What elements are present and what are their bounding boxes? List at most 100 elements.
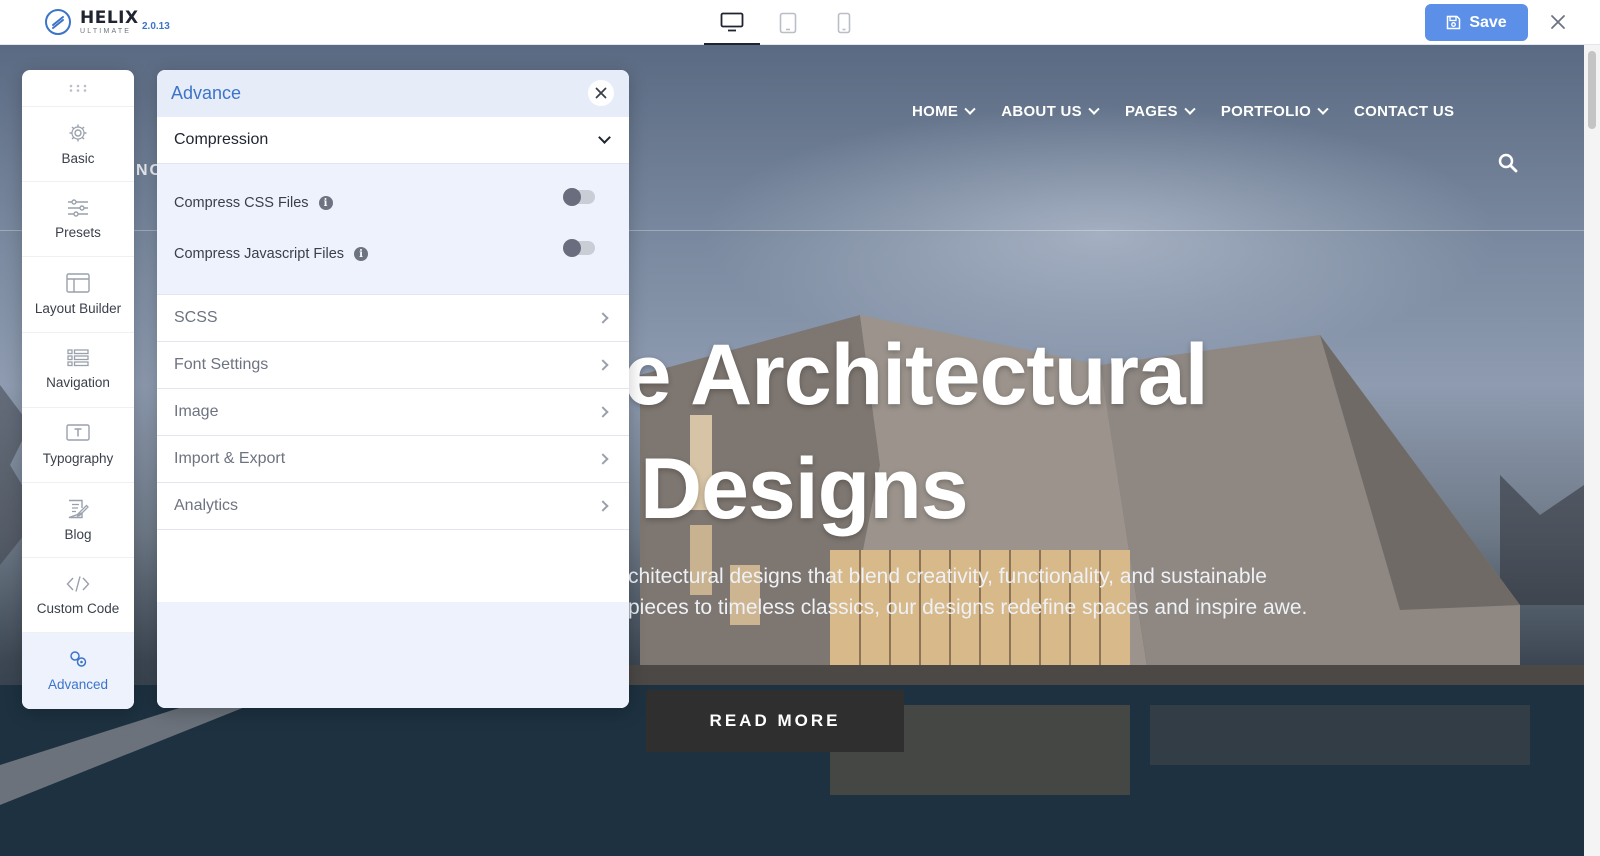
chevron-right-icon bbox=[597, 312, 609, 324]
section-font-settings[interactable]: Font Settings bbox=[157, 342, 629, 389]
chevron-right-icon bbox=[597, 453, 609, 465]
tablet-icon bbox=[779, 12, 797, 33]
section-title: Compression bbox=[174, 131, 269, 148]
section-title: Font Settings bbox=[174, 356, 269, 373]
advance-settings-panel: Advance Compression Compress CSS Files i… bbox=[157, 70, 629, 708]
settings-sidebar: Basic Presets Layout Builder Navigation bbox=[22, 70, 134, 709]
nav-home[interactable]: HOME bbox=[912, 103, 976, 120]
panel-header: Advance bbox=[157, 70, 629, 117]
scrollbar-thumb[interactable] bbox=[1588, 51, 1596, 129]
panel-title: Advance bbox=[171, 83, 242, 103]
section-title: Image bbox=[174, 403, 219, 420]
nav-contact-label: CONTACT US bbox=[1354, 103, 1455, 120]
sidebar-item-label: Navigation bbox=[46, 375, 110, 391]
sidebar-item-advanced[interactable]: Advanced bbox=[22, 633, 134, 709]
hero-title-line-2: Designs bbox=[640, 441, 969, 537]
nav-about-us[interactable]: ABOUT US bbox=[1001, 103, 1100, 120]
hero-title-line-1: te Architectural bbox=[596, 327, 1209, 423]
info-icon[interactable]: i bbox=[354, 247, 369, 261]
site-main-nav: HOME ABOUT US PAGES PORTFOLIO CONTACT US bbox=[912, 103, 1454, 120]
nav-portfolio[interactable]: PORTFOLIO bbox=[1220, 103, 1329, 120]
save-icon bbox=[1447, 15, 1461, 30]
chevron-down-icon bbox=[598, 131, 611, 144]
sidebar-item-label: Custom Code bbox=[36, 600, 120, 616]
top-toolbar: HELIX ULTIMATE 2.0.13 Save bbox=[0, 0, 1600, 45]
chevron-right-icon bbox=[597, 406, 609, 418]
sliders-icon bbox=[68, 199, 88, 217]
option-compress-css: Compress CSS Files i bbox=[174, 195, 333, 211]
list-icon bbox=[67, 349, 89, 367]
sidebar-item-presets[interactable]: Presets bbox=[22, 182, 134, 258]
version-badge: 2.0.13 bbox=[142, 21, 170, 32]
save-button[interactable]: Save bbox=[1425, 4, 1528, 41]
info-icon[interactable]: i bbox=[318, 196, 333, 210]
hero-text-line-2: pieces to timeless classics, our designs… bbox=[628, 596, 1308, 619]
toggle-knob bbox=[563, 188, 581, 206]
helix-logo: HELIX ULTIMATE bbox=[44, 8, 139, 36]
tablet-view-button[interactable] bbox=[760, 0, 816, 45]
sidebar-item-label: Typography bbox=[42, 451, 114, 467]
section-title: Import & Export bbox=[174, 450, 286, 467]
compress-javascript-toggle[interactable] bbox=[563, 239, 595, 257]
page-scrollbar[interactable] bbox=[1584, 45, 1600, 856]
section-image[interactable]: Image bbox=[157, 389, 629, 436]
section-title: Analytics bbox=[174, 497, 239, 514]
chevron-right-icon bbox=[597, 359, 609, 371]
mobile-view-button[interactable] bbox=[816, 0, 872, 45]
read-more-button[interactable]: READ MORE bbox=[646, 690, 904, 752]
toggle-knob bbox=[563, 239, 581, 257]
section-compression-body: Compress CSS Files i Compress Javascript… bbox=[157, 164, 629, 295]
sidebar-item-typography[interactable]: Typography bbox=[22, 408, 134, 483]
layout-icon bbox=[66, 273, 90, 293]
desktop-icon bbox=[720, 12, 744, 31]
site-search-button[interactable] bbox=[1498, 153, 1518, 178]
device-switcher bbox=[704, 0, 872, 45]
search-icon bbox=[1498, 153, 1518, 173]
chevron-down-icon bbox=[1317, 103, 1329, 115]
sidebar-item-label: Basic bbox=[61, 150, 95, 166]
sidebar-item-navigation[interactable]: Navigation bbox=[22, 333, 134, 408]
gear-icon bbox=[69, 124, 87, 142]
close-editor-button[interactable] bbox=[1546, 10, 1570, 34]
nav-home-label: HOME bbox=[912, 103, 959, 120]
close-icon bbox=[595, 87, 607, 99]
mobile-icon bbox=[837, 12, 851, 33]
option-compress-javascript: Compress Javascript Files i bbox=[174, 246, 369, 262]
blog-icon bbox=[68, 499, 89, 518]
sidebar-item-blog[interactable]: Blog bbox=[22, 483, 134, 559]
close-icon bbox=[1551, 15, 1565, 29]
desktop-view-button[interactable] bbox=[704, 0, 760, 45]
panel-close-button[interactable] bbox=[588, 80, 614, 106]
nav-pages[interactable]: PAGES bbox=[1124, 103, 1196, 120]
advanced-icon bbox=[70, 651, 87, 668]
section-scss[interactable]: SCSS bbox=[157, 295, 629, 342]
brand-name: HELIX bbox=[80, 7, 139, 28]
sidebar-item-label: Layout Builder bbox=[34, 300, 122, 316]
drag-grip-icon bbox=[69, 84, 87, 92]
nav-portfolio-label: PORTFOLIO bbox=[1220, 103, 1312, 120]
hero-text-line-1: chitectural designs that blend creativit… bbox=[628, 565, 1267, 588]
compress-css-toggle[interactable] bbox=[563, 188, 595, 206]
section-compression-header[interactable]: Compression bbox=[157, 117, 629, 164]
nav-contact-us[interactable]: CONTACT US bbox=[1354, 103, 1454, 120]
sidebar-item-custom-code[interactable]: Custom Code bbox=[22, 558, 134, 634]
section-import-export[interactable]: Import & Export bbox=[157, 436, 629, 483]
nav-pages-label: PAGES bbox=[1124, 103, 1178, 120]
brand-subtitle: ULTIMATE bbox=[80, 27, 132, 35]
code-icon bbox=[66, 576, 90, 592]
chevron-down-icon bbox=[1088, 103, 1100, 115]
save-label: Save bbox=[1469, 13, 1507, 31]
chevron-right-icon bbox=[597, 500, 609, 512]
panel-empty-area bbox=[157, 602, 629, 708]
sidebar-item-label: Advanced bbox=[47, 677, 109, 693]
option-label: Compress Javascript Files bbox=[174, 246, 345, 262]
section-analytics[interactable]: Analytics bbox=[157, 483, 629, 530]
section-title: SCSS bbox=[174, 309, 218, 326]
sidebar-item-label: Blog bbox=[64, 526, 92, 542]
sidebar-item-basic[interactable]: Basic bbox=[22, 107, 134, 183]
sidebar-item-layout-builder[interactable]: Layout Builder bbox=[22, 257, 134, 333]
nav-about-label: ABOUT US bbox=[1001, 103, 1082, 120]
option-label: Compress CSS Files bbox=[174, 195, 309, 211]
drag-handle[interactable] bbox=[22, 70, 134, 107]
chevron-down-icon bbox=[1184, 103, 1196, 115]
